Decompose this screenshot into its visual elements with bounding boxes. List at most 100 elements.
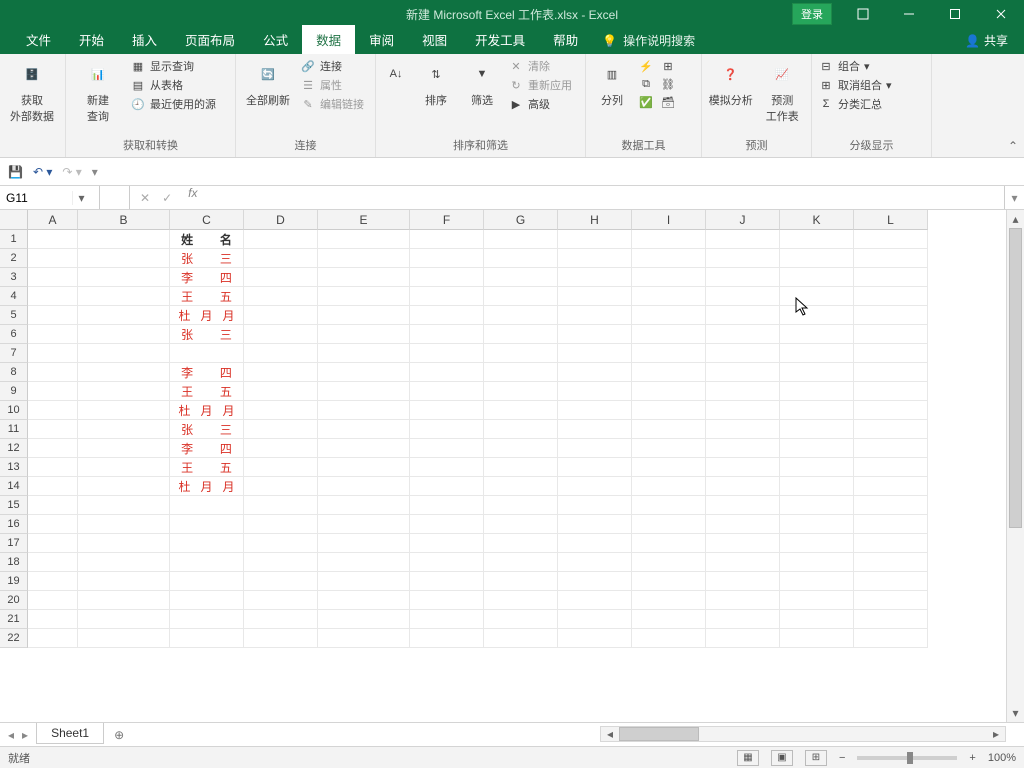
row-header-20[interactable]: 20 xyxy=(0,591,28,610)
cell-B20[interactable] xyxy=(78,591,170,610)
name-box[interactable]: ▾ xyxy=(0,186,100,209)
cell-L19[interactable] xyxy=(854,572,928,591)
consolidate-icon[interactable]: ⊞ xyxy=(660,58,676,74)
cell-D10[interactable] xyxy=(244,401,318,420)
cell-E15[interactable] xyxy=(318,496,410,515)
cell-H2[interactable] xyxy=(558,249,632,268)
cell-F3[interactable] xyxy=(410,268,484,287)
cell-H20[interactable] xyxy=(558,591,632,610)
cell-F21[interactable] xyxy=(410,610,484,629)
cell-L7[interactable] xyxy=(854,344,928,363)
cell-D9[interactable] xyxy=(244,382,318,401)
cell-G3[interactable] xyxy=(484,268,558,287)
cell-K17[interactable] xyxy=(780,534,854,553)
cell-L2[interactable] xyxy=(854,249,928,268)
cell-G21[interactable] xyxy=(484,610,558,629)
cell-J19[interactable] xyxy=(706,572,780,591)
filter-button[interactable]: ▼筛选 xyxy=(462,58,502,137)
cell-K15[interactable] xyxy=(780,496,854,515)
cell-J14[interactable] xyxy=(706,477,780,496)
cell-A10[interactable] xyxy=(28,401,78,420)
cell-A2[interactable] xyxy=(28,249,78,268)
cell-C7[interactable] xyxy=(170,344,244,363)
cell-F5[interactable] xyxy=(410,306,484,325)
cell-C22[interactable] xyxy=(170,629,244,648)
cell-F19[interactable] xyxy=(410,572,484,591)
cell-G8[interactable] xyxy=(484,363,558,382)
cell-F9[interactable] xyxy=(410,382,484,401)
column-header-C[interactable]: C xyxy=(170,210,244,230)
cell-I5[interactable] xyxy=(632,306,706,325)
cell-I2[interactable] xyxy=(632,249,706,268)
row-header-11[interactable]: 11 xyxy=(0,420,28,439)
cell-D11[interactable] xyxy=(244,420,318,439)
cell-A18[interactable] xyxy=(28,553,78,572)
cell-A21[interactable] xyxy=(28,610,78,629)
cell-H1[interactable] xyxy=(558,230,632,249)
column-header-I[interactable]: I xyxy=(632,210,706,230)
cell-H16[interactable] xyxy=(558,515,632,534)
row-header-21[interactable]: 21 xyxy=(0,610,28,629)
cell-B22[interactable] xyxy=(78,629,170,648)
cell-C8[interactable]: 李 四 xyxy=(170,363,244,382)
cell-H3[interactable] xyxy=(558,268,632,287)
cell-D15[interactable] xyxy=(244,496,318,515)
row-header-17[interactable]: 17 xyxy=(0,534,28,553)
properties-button[interactable]: ☰属性 xyxy=(300,77,364,93)
cell-K16[interactable] xyxy=(780,515,854,534)
cell-F22[interactable] xyxy=(410,629,484,648)
zoom-in-button[interactable]: + xyxy=(969,752,975,764)
formula-bar-input[interactable] xyxy=(203,186,1004,200)
connections-button[interactable]: 🔗连接 xyxy=(300,58,364,74)
qat-customize-button[interactable]: ▾ xyxy=(92,165,98,179)
cell-G11[interactable] xyxy=(484,420,558,439)
cell-D12[interactable] xyxy=(244,439,318,458)
forecast-sheet-button[interactable]: 📈预测 工作表 xyxy=(760,58,806,137)
cell-H7[interactable] xyxy=(558,344,632,363)
cell-I14[interactable] xyxy=(632,477,706,496)
cell-I11[interactable] xyxy=(632,420,706,439)
cell-K8[interactable] xyxy=(780,363,854,382)
scroll-right-button[interactable]: ▸ xyxy=(987,727,1005,741)
cell-E17[interactable] xyxy=(318,534,410,553)
cell-K5[interactable] xyxy=(780,306,854,325)
row-header-10[interactable]: 10 xyxy=(0,401,28,420)
cell-B13[interactable] xyxy=(78,458,170,477)
new-query-button[interactable]: 📊新建 查询 xyxy=(72,58,124,137)
cell-D14[interactable] xyxy=(244,477,318,496)
cell-B8[interactable] xyxy=(78,363,170,382)
name-box-dropdown[interactable]: ▾ xyxy=(72,191,90,205)
row-header-8[interactable]: 8 xyxy=(0,363,28,382)
cell-J20[interactable] xyxy=(706,591,780,610)
sort-button[interactable]: ⇅排序 xyxy=(416,58,456,137)
ribbon-tab-视图[interactable]: 视图 xyxy=(408,25,461,54)
cell-H18[interactable] xyxy=(558,553,632,572)
cell-I19[interactable] xyxy=(632,572,706,591)
cell-L22[interactable] xyxy=(854,629,928,648)
cell-G9[interactable] xyxy=(484,382,558,401)
cell-C9[interactable]: 王 五 xyxy=(170,382,244,401)
cell-J5[interactable] xyxy=(706,306,780,325)
cell-K19[interactable] xyxy=(780,572,854,591)
show-queries-button[interactable]: ▦显示查询 xyxy=(130,58,216,74)
cell-C20[interactable] xyxy=(170,591,244,610)
cell-H15[interactable] xyxy=(558,496,632,515)
cell-G12[interactable] xyxy=(484,439,558,458)
cell-I18[interactable] xyxy=(632,553,706,572)
cell-D3[interactable] xyxy=(244,268,318,287)
cell-E11[interactable] xyxy=(318,420,410,439)
ribbon-tab-帮助[interactable]: 帮助 xyxy=(539,25,592,54)
cell-F6[interactable] xyxy=(410,325,484,344)
cell-J17[interactable] xyxy=(706,534,780,553)
cell-G15[interactable] xyxy=(484,496,558,515)
cell-J22[interactable] xyxy=(706,629,780,648)
cell-D21[interactable] xyxy=(244,610,318,629)
cell-H14[interactable] xyxy=(558,477,632,496)
cell-F2[interactable] xyxy=(410,249,484,268)
cell-E4[interactable] xyxy=(318,287,410,306)
cell-K1[interactable] xyxy=(780,230,854,249)
cell-C6[interactable]: 张 三 xyxy=(170,325,244,344)
row-header-2[interactable]: 2 xyxy=(0,249,28,268)
cell-A7[interactable] xyxy=(28,344,78,363)
cell-H6[interactable] xyxy=(558,325,632,344)
